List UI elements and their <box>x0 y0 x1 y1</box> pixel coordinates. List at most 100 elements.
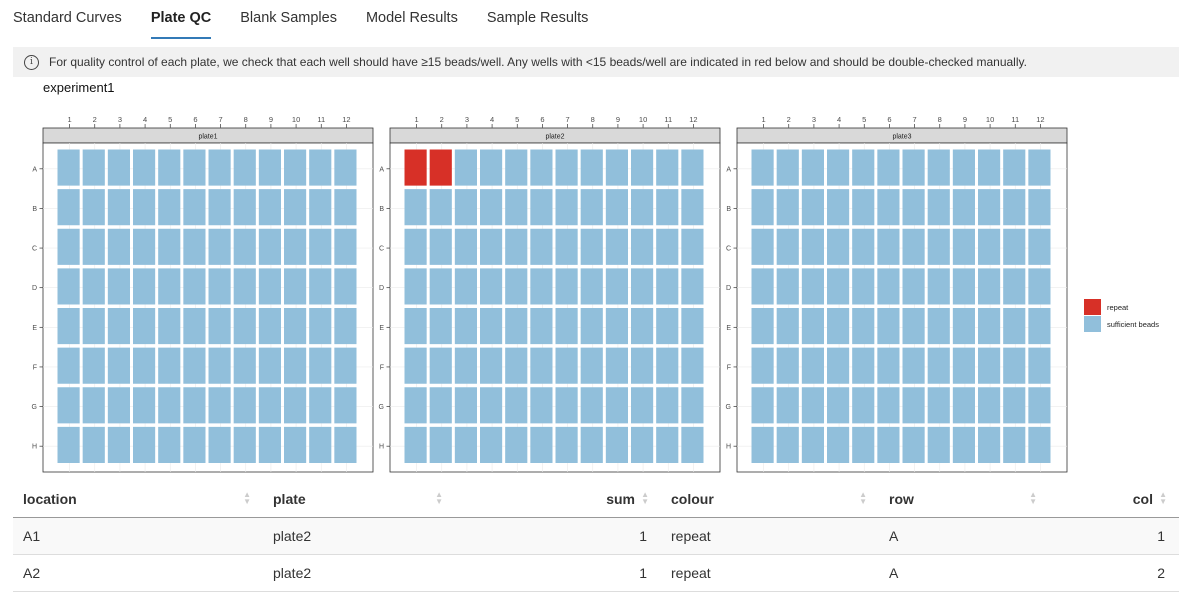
table-row[interactable]: A1 plate2 1 repeat A 1 <box>13 517 1179 555</box>
well-plate1-D6 <box>183 268 206 305</box>
well-plate3-F1 <box>751 347 774 384</box>
well-plate3-F3 <box>801 347 824 384</box>
well-plate3-H5 <box>852 426 875 463</box>
well-plate2-C4 <box>480 228 503 265</box>
well-plate2-F10 <box>631 347 654 384</box>
header-row[interactable]: row ▲ ▼ <box>879 481 1049 518</box>
well-plate1-C5 <box>158 228 181 265</box>
well-plate2-F11 <box>656 347 679 384</box>
well-plate3-D4 <box>827 268 850 305</box>
results-table: location ▲ ▼ plate ▲ ▼ sum ▲ ▼ colour ▲ ▼ row ▲ ▼ … <box>13 481 1179 592</box>
y-tick-label: G <box>32 404 37 411</box>
well-plate3-A6 <box>877 149 900 186</box>
well-plate3-F5 <box>852 347 875 384</box>
well-plate2-D10 <box>631 268 654 305</box>
well-plate1-C9 <box>258 228 281 265</box>
well-plate2-F2 <box>429 347 452 384</box>
well-plate1-A9 <box>258 149 281 186</box>
well-plate1-H9 <box>258 426 281 463</box>
table-row[interactable]: A2 plate2 1 repeat A 2 <box>13 554 1179 592</box>
y-tick-label: F <box>380 364 384 371</box>
well-plate1-H11 <box>309 426 332 463</box>
sort-icon[interactable]: ▲ ▼ <box>243 491 251 506</box>
well-plate3-B1 <box>751 189 774 226</box>
well-plate3-B3 <box>801 189 824 226</box>
well-plate3-E12 <box>1028 308 1051 345</box>
well-plate2-A11 <box>656 149 679 186</box>
well-plate3-F7 <box>902 347 925 384</box>
well-plate1-B7 <box>208 189 231 226</box>
well-plate2-B10 <box>631 189 654 226</box>
well-plate3-G11 <box>1003 387 1026 424</box>
well-plate3-D10 <box>978 268 1001 305</box>
well-plate3-D8 <box>927 268 950 305</box>
legend-key-sufficient-beads <box>1084 316 1101 332</box>
sort-icon[interactable]: ▲ ▼ <box>641 491 649 506</box>
well-plate1-F7 <box>208 347 231 384</box>
x-tick-label: 8 <box>244 115 248 124</box>
well-plate2-E12 <box>681 308 704 345</box>
well-plate1-G9 <box>258 387 281 424</box>
well-plate2-F1 <box>404 347 427 384</box>
well-plate1-G8 <box>233 387 256 424</box>
y-tick-label: G <box>379 404 384 411</box>
header-location[interactable]: location ▲ ▼ <box>13 481 263 518</box>
well-plate3-B8 <box>927 189 950 226</box>
sort-icon[interactable]: ▲ ▼ <box>1029 491 1037 506</box>
well-plate3-B11 <box>1003 189 1026 226</box>
well-plate1-A4 <box>133 149 156 186</box>
well-plate2-F8 <box>580 347 603 384</box>
well-plate2-H12 <box>681 426 704 463</box>
header-plate[interactable]: plate ▲ ▼ <box>263 481 455 518</box>
well-plate1-G4 <box>133 387 156 424</box>
x-tick-label: 4 <box>490 115 494 124</box>
well-plate1-H5 <box>158 426 181 463</box>
x-tick-label: 12 <box>689 115 697 124</box>
well-plate2-B5 <box>505 189 528 226</box>
well-plate3-G9 <box>952 387 975 424</box>
x-tick-label: 10 <box>292 115 300 124</box>
well-plate1-F12 <box>334 347 357 384</box>
header-col[interactable]: col ▲ ▼ <box>1049 481 1179 518</box>
well-plate3-C5 <box>852 228 875 265</box>
well-plate1-E5 <box>158 308 181 345</box>
well-plate2-D1 <box>404 268 427 305</box>
well-plate2-G4 <box>480 387 503 424</box>
well-plate2-G6 <box>530 387 553 424</box>
well-plate3-D7 <box>902 268 925 305</box>
well-plate2-B11 <box>656 189 679 226</box>
well-plate2-C11 <box>656 228 679 265</box>
well-plate2-A8 <box>580 149 603 186</box>
cell-colour: repeat <box>661 517 879 555</box>
well-plate1-E11 <box>309 308 332 345</box>
well-plate3-E6 <box>877 308 900 345</box>
legend-key-repeat <box>1084 299 1101 315</box>
well-plate2-G9 <box>605 387 628 424</box>
well-plate2-G3 <box>454 387 477 424</box>
well-plate2-B9 <box>605 189 628 226</box>
well-plate3-H1 <box>751 426 774 463</box>
well-plate2-D11 <box>656 268 679 305</box>
well-plate2-H4 <box>480 426 503 463</box>
well-plate3-G2 <box>776 387 799 424</box>
sort-icon[interactable]: ▲ ▼ <box>859 491 867 506</box>
well-plate1-F6 <box>183 347 206 384</box>
well-plate2-C7 <box>555 228 578 265</box>
well-plate2-F5 <box>505 347 528 384</box>
header-colour[interactable]: colour ▲ ▼ <box>661 481 879 518</box>
well-plate1-C2 <box>82 228 105 265</box>
well-plate3-B10 <box>978 189 1001 226</box>
well-plate1-A12 <box>334 149 357 186</box>
x-tick-label: 4 <box>143 115 147 124</box>
well-plate3-A10 <box>978 149 1001 186</box>
cell-col: 2 <box>1049 554 1179 592</box>
well-plate2-B7 <box>555 189 578 226</box>
cell-sum: 1 <box>455 554 661 592</box>
sort-icon[interactable]: ▲ ▼ <box>435 491 443 506</box>
well-plate2-B8 <box>580 189 603 226</box>
well-plate1-C4 <box>133 228 156 265</box>
x-tick-label: 7 <box>912 115 916 124</box>
sort-icon[interactable]: ▲ ▼ <box>1159 491 1167 506</box>
well-plate1-C11 <box>309 228 332 265</box>
header-sum[interactable]: sum ▲ ▼ <box>455 481 661 518</box>
